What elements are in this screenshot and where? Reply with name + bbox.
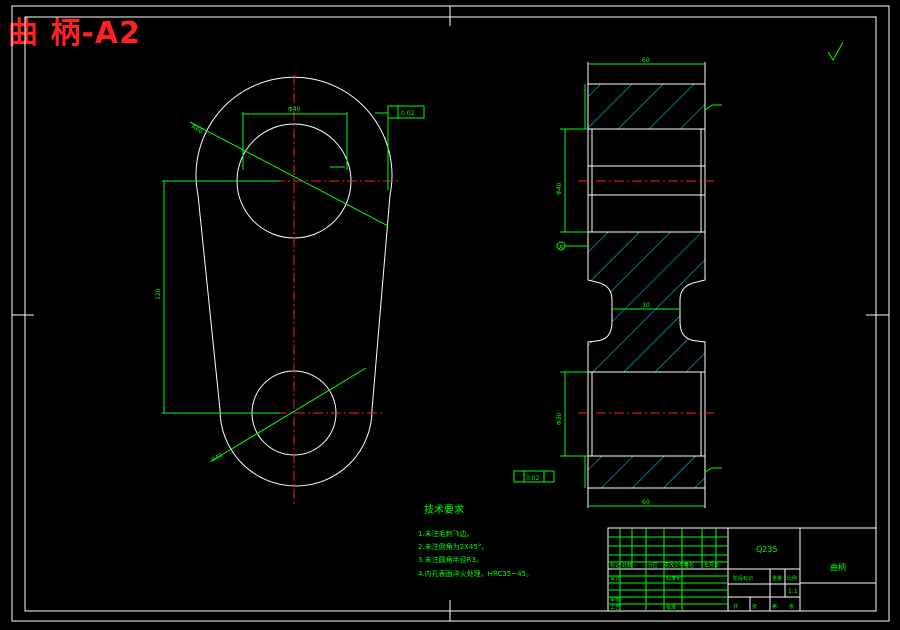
- scale-value: 1:1: [788, 588, 798, 595]
- label-standard: 标准化: [666, 575, 681, 582]
- label-weight: 重量: [772, 575, 782, 582]
- side-width-top: 60: [642, 57, 650, 64]
- tech-item-3: 3.未注圆角半径R3。: [418, 555, 483, 564]
- label-approve: 批准: [666, 604, 676, 611]
- label-process: 工艺: [610, 605, 620, 611]
- label-sheet-2: 张: [789, 603, 794, 610]
- front-view: 0.02 Φ40 120 R60 R40: [155, 75, 425, 505]
- side-bottom-bore: Φ30: [556, 412, 563, 425]
- label-review: 审核: [610, 596, 620, 603]
- front-centerlines: [185, 75, 400, 505]
- tech-item-2: 2.未注倒角为2X45°。: [418, 542, 488, 551]
- tech-item-4: 4.内孔表面淬火处理，HRC35~45。: [418, 569, 533, 578]
- side-neck-width: 30: [642, 302, 650, 309]
- center-distance-dim: 120: [155, 288, 162, 300]
- tech-item-1: 1.未注毛刺飞边。: [418, 529, 474, 538]
- top-hole-dim: Φ40: [288, 106, 301, 113]
- label-sheet-1: 张: [752, 603, 757, 610]
- top-radius-dim: R60: [190, 124, 204, 136]
- sheet-border: [11, 5, 890, 622]
- front-tolerance-value: 0.02: [401, 110, 415, 117]
- label-sign: 签名: [684, 562, 694, 569]
- tech-heading: 技术要求: [424, 503, 464, 516]
- label-date: 年月日: [704, 562, 719, 569]
- label-no: 第: [772, 603, 777, 610]
- surface-roughness-icon: [827, 41, 844, 61]
- datum-label: A: [559, 244, 564, 251]
- material-value: Q235: [756, 545, 778, 554]
- section-hatch: [587, 83, 706, 489]
- label-design: 设计: [610, 575, 620, 582]
- side-view: 0.02 60 60 30 Φ40 Φ30 A: [513, 57, 722, 508]
- label-stage: 阶段标记: [733, 575, 753, 582]
- label-scale: 比例: [787, 575, 797, 582]
- bottom-radius-dim: R40: [210, 452, 224, 464]
- tech-requirements: 技术要求 1.未注毛刺飞边。 2.未注倒角为2X45°。 3.未注圆角半径R3。…: [418, 503, 533, 578]
- front-dimensions: [162, 112, 389, 463]
- side-width-bottom: 60: [642, 499, 650, 506]
- part-name-value: 曲柄: [830, 562, 846, 572]
- side-top-bore: Φ40: [556, 182, 563, 195]
- label-total: 共: [733, 603, 738, 610]
- label-zone: 分区: [648, 562, 658, 569]
- label-count: 处数: [622, 562, 632, 569]
- cad-drawing: 0.02 Φ40 120 R60 R40 0.02 60 60 30 Φ40 Φ…: [11, 5, 890, 622]
- side-tolerance-value: 0.02: [526, 475, 540, 482]
- label-mark: 标记: [610, 562, 620, 569]
- title-block: 标记 处数 分区 更改文件号 签名 年月日 设计 标准化 阶段标记 重量 比例 …: [607, 527, 877, 612]
